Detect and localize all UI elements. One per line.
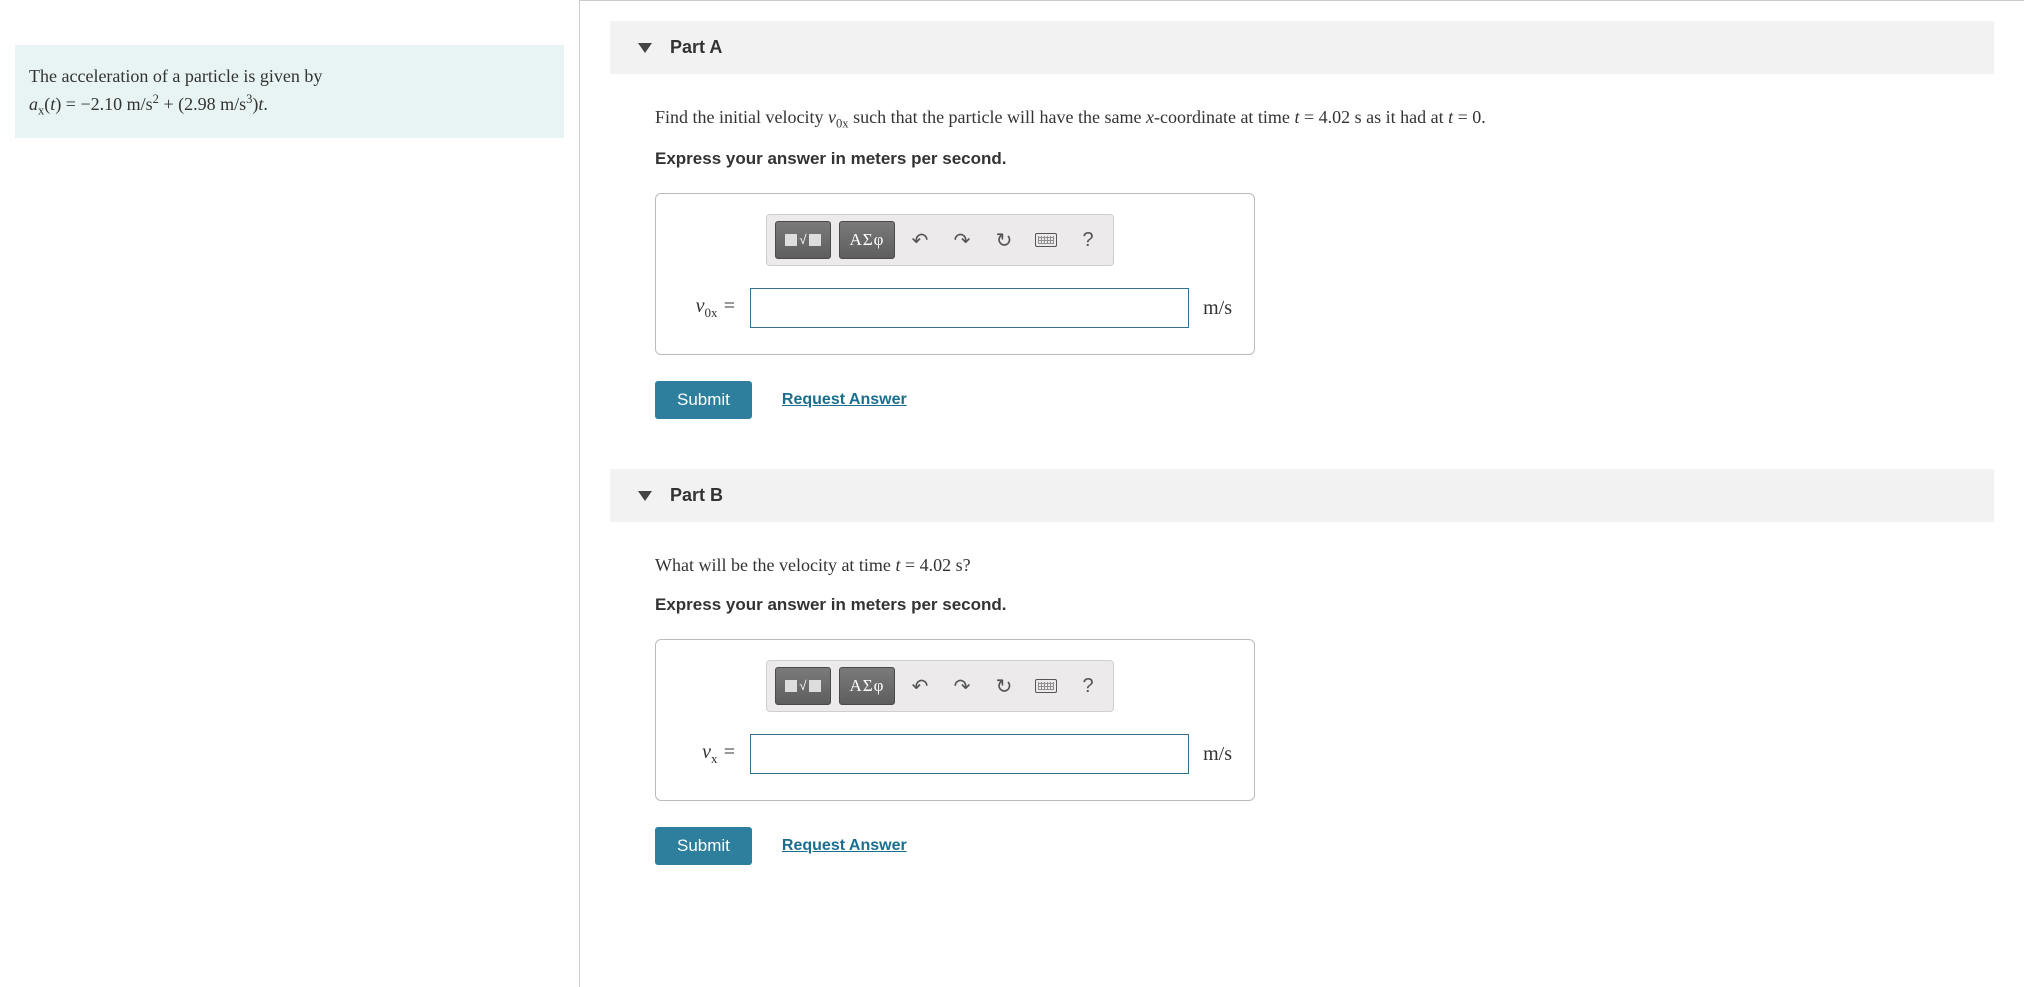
part-b-input-row: vx = m/s xyxy=(678,734,1232,774)
reset-icon[interactable]: ↻ xyxy=(987,223,1021,257)
equation-toolbar: √ ΑΣφ ↶ ↷ ↻ ? xyxy=(766,660,1114,712)
pa-mid3: as it had at xyxy=(1362,107,1448,127)
problem-statement: The acceleration of a particle is given … xyxy=(15,45,564,138)
part-a-prompt: Find the initial velocity v0x such that … xyxy=(655,104,1994,133)
answer-pane: Part A Find the initial velocity v0x suc… xyxy=(580,0,2024,987)
equation-toolbar: √ ΑΣφ ↶ ↷ ↻ ? xyxy=(766,214,1114,266)
part-a-instruct: Express your answer in meters per second… xyxy=(655,149,1994,169)
eq-plus: + ( xyxy=(159,94,184,114)
part-a-answer-input[interactable] xyxy=(750,288,1189,328)
part-b-actions: Submit Request Answer xyxy=(655,827,1994,865)
pa-mid2: -coordinate at time xyxy=(1154,107,1294,127)
part-b-instruct: Express your answer in meters per second… xyxy=(655,595,1994,615)
eq-var-a: a xyxy=(29,94,38,114)
part-b-header[interactable]: Part B xyxy=(610,469,1994,522)
part-a-unit: m/s xyxy=(1203,297,1232,320)
caret-down-icon xyxy=(638,491,652,501)
help-icon[interactable]: ? xyxy=(1071,223,1105,257)
pa-s1: s xyxy=(1355,107,1362,127)
part-b-request-answer-link[interactable]: Request Answer xyxy=(782,837,907,855)
eq-c1: −2.10 xyxy=(80,94,122,114)
part-a-body: Find the initial velocity v0x such that … xyxy=(580,74,2024,419)
part-b-var-label: vx = xyxy=(678,741,736,767)
part-a-submit-button[interactable]: Submit xyxy=(655,381,752,419)
redo-icon[interactable]: ↷ xyxy=(945,223,979,257)
eq-c2: 2.98 xyxy=(184,94,216,114)
pb-lv: v xyxy=(702,741,711,763)
template-button[interactable]: √ xyxy=(775,667,831,705)
pb-post: ? xyxy=(963,555,971,575)
keyboard-icon[interactable] xyxy=(1029,669,1063,703)
template-button[interactable]: √ xyxy=(775,221,831,259)
eq-sub-x: x xyxy=(38,104,44,118)
eq-u2: m/s xyxy=(220,94,246,114)
part-a-header[interactable]: Part A xyxy=(610,21,1994,74)
undo-icon[interactable]: ↶ xyxy=(903,669,937,703)
pa-var: v xyxy=(828,107,836,127)
pa-ls: 0x xyxy=(705,305,718,320)
part-b-submit-button[interactable]: Submit xyxy=(655,827,752,865)
pa-eq1: = 4.02 xyxy=(1299,107,1354,127)
pa-x: x xyxy=(1146,107,1154,127)
part-b-answer-input[interactable] xyxy=(750,734,1189,774)
redo-icon[interactable]: ↷ xyxy=(945,669,979,703)
pa-le: = xyxy=(718,295,737,317)
pa-mid1: such that the particle will have the sam… xyxy=(849,107,1146,127)
part-a-actions: Submit Request Answer xyxy=(655,381,1994,419)
pa-pre: Find the initial velocity xyxy=(655,107,828,127)
part-b-answer-box: √ ΑΣφ ↶ ↷ ↻ ? vx = m/s xyxy=(655,639,1255,801)
pb-le: = xyxy=(718,741,737,763)
pb-s: s xyxy=(956,555,963,575)
pb-pre: What will be the velocity at time xyxy=(655,555,895,575)
problem-pane: The acceleration of a particle is given … xyxy=(0,0,580,987)
reset-icon[interactable]: ↻ xyxy=(987,669,1021,703)
part-a-request-answer-link[interactable]: Request Answer xyxy=(782,391,907,409)
part-b-title: Part B xyxy=(670,485,723,506)
greek-button[interactable]: ΑΣφ xyxy=(839,667,895,705)
part-b-body: What will be the velocity at time t = 4.… xyxy=(580,522,2024,865)
part-a-var-label: v0x = xyxy=(678,295,736,321)
eq-arg-t: t xyxy=(50,94,55,114)
greek-button[interactable]: ΑΣφ xyxy=(839,221,895,259)
eq-end: . xyxy=(263,94,268,114)
keyboard-icon[interactable] xyxy=(1029,223,1063,257)
part-a-input-row: v0x = m/s xyxy=(678,288,1232,328)
help-icon[interactable]: ? xyxy=(1071,669,1105,703)
part-a-title: Part A xyxy=(670,37,722,58)
pb-eq: = 4.02 xyxy=(900,555,955,575)
undo-icon[interactable]: ↶ xyxy=(903,223,937,257)
problem-intro: The acceleration of a particle is given … xyxy=(29,66,322,86)
part-b-unit: m/s xyxy=(1203,743,1232,766)
pa-lv: v xyxy=(696,295,705,317)
pa-eq2: = 0. xyxy=(1453,107,1486,127)
eq-u1: m/s xyxy=(127,94,153,114)
part-a-answer-box: √ ΑΣφ ↶ ↷ ↻ ? v0x = m/s xyxy=(655,193,1255,355)
pa-sub: 0x xyxy=(836,117,849,131)
part-b-prompt: What will be the velocity at time t = 4.… xyxy=(655,552,1994,579)
caret-down-icon xyxy=(638,43,652,53)
